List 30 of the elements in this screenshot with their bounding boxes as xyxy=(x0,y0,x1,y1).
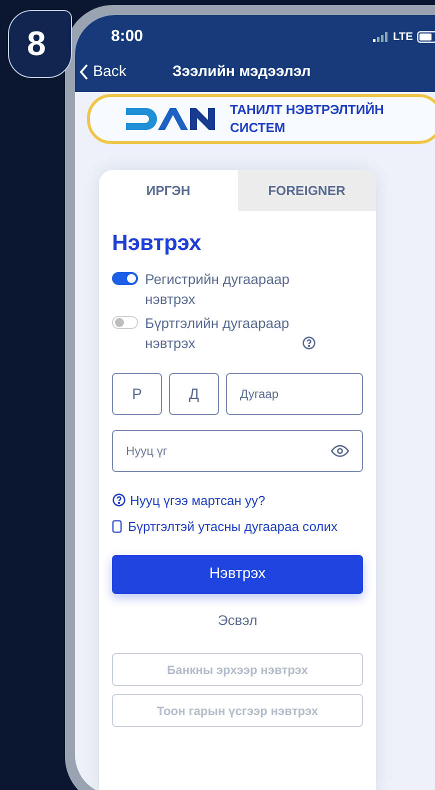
signal-icon xyxy=(373,32,390,42)
eye-icon[interactable] xyxy=(331,442,349,460)
or-label: Эсвэл xyxy=(218,611,258,630)
help-icon xyxy=(302,336,316,350)
help-link[interactable]: Нууц үгээ мартсан уу? xyxy=(112,490,363,512)
password-field[interactable]: Нууц үг xyxy=(112,430,363,472)
toggle-switch[interactable] xyxy=(112,316,138,329)
dan-logo-icon xyxy=(126,106,216,132)
login-button[interactable]: Нэвтрэх xyxy=(112,555,363,594)
help-link[interactable]: Бүртгэлтэй утасны дугаараа солих xyxy=(112,516,363,538)
register-field[interactable]: Дугаар xyxy=(226,373,363,415)
network-label: LTE xyxy=(393,30,413,45)
chevron-left-icon xyxy=(79,64,89,80)
password-input[interactable]: Нууц үг xyxy=(126,442,331,460)
tab[interactable]: FOREIGNER xyxy=(238,170,376,211)
help-icon xyxy=(112,493,126,507)
screen-title: Зээлийн мэдээлэл xyxy=(172,62,311,82)
battery-icon xyxy=(417,31,435,43)
toggle-label: Регистрийн дугаараар нэвтрэх xyxy=(145,270,291,309)
step-number: 8 xyxy=(27,24,46,64)
back-button[interactable]: Back xyxy=(79,61,126,84)
tab[interactable]: ИРГЭН xyxy=(99,170,238,211)
toggle-switch[interactable] xyxy=(112,272,138,285)
register-field[interactable]: Д xyxy=(169,373,219,415)
phone-icon xyxy=(112,520,122,533)
toggle-label: Бүртгэлийн дугаараар нэвтрэх xyxy=(145,314,290,353)
register-field[interactable]: Р xyxy=(112,373,162,415)
banner-title: ТАНИЛТ НЭВТРЭЛТИЙН СИСТЕМ xyxy=(230,101,385,137)
status-time: 8:00 xyxy=(111,27,144,47)
login-heading: Нэвтрэх xyxy=(112,229,202,257)
